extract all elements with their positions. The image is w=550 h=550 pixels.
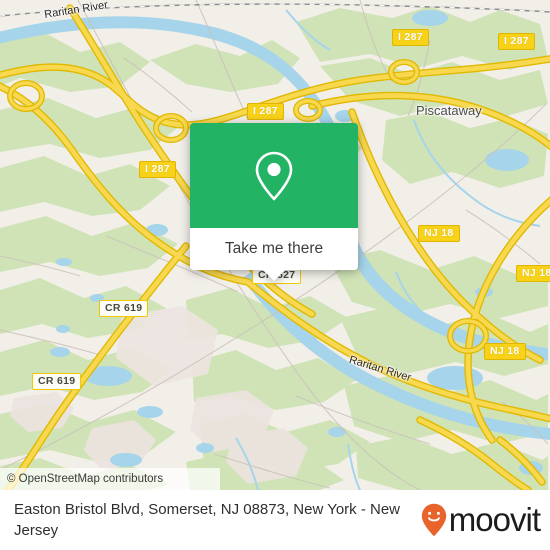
map-canvas[interactable]: Piscataway Raritan River Raritan River I… [0,0,550,490]
footer-bar: Easton Bristol Blvd, Somerset, NJ 08873,… [0,490,550,550]
road-shield-i287[interactable]: I 287 [392,29,429,46]
take-me-there-button[interactable]: Take me there [190,228,358,281]
location-pin-icon [255,151,293,200]
road-shield-nj18[interactable]: NJ 18 [484,343,526,360]
road-shield-cr619[interactable]: CR 619 [32,373,82,390]
moovit-logo[interactable]: moovit [421,501,541,538]
road-shield-i287[interactable]: I 287 [247,103,284,120]
screenshot-root: Piscataway Raritan River Raritan River I… [0,0,550,550]
popup-header [190,123,358,228]
location-popup-card[interactable]: Take me there [190,123,358,281]
location-title: Easton Bristol Blvd, Somerset, NJ 08873,… [14,501,401,539]
road-shield-cr619[interactable]: CR 619 [99,300,149,317]
popup-pointer-tail [263,270,285,281]
take-me-there-label: Take me there [224,240,324,257]
road-shield-i287[interactable]: I 287 [498,33,535,50]
road-shield-nj18[interactable]: NJ 18 [516,265,550,282]
map-attribution[interactable]: © OpenStreetMap contributors [0,468,220,490]
moovit-pin-smiley-icon [421,503,446,537]
road-shield-i287[interactable]: I 287 [139,161,176,178]
map-place-label: Piscataway [416,103,482,118]
map-attribution-text: © OpenStreetMap contributors [7,473,164,485]
moovit-wordmark: moovit [448,501,541,538]
road-shield-nj18[interactable]: NJ 18 [418,225,460,242]
